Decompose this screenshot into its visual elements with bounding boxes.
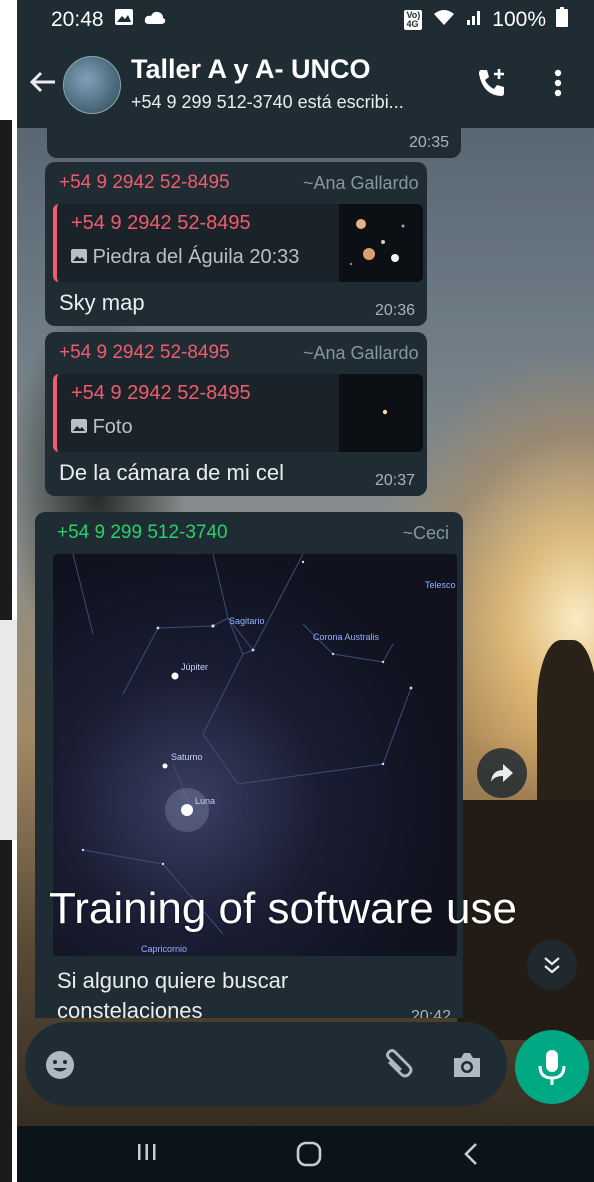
quoted-thumbnail (339, 374, 423, 452)
sky-label-jupiter: Júpiter (181, 662, 209, 672)
back-nav-icon[interactable] (461, 1140, 481, 1175)
phone-screen: 20:48 Vo) 4G 100% Taller A y A- UNCO +54… (17, 0, 594, 1182)
message-composer[interactable] (25, 1022, 507, 1106)
quoted-text: Foto (92, 416, 133, 438)
quoted-message[interactable]: +54 9 2942 52-8495 Foto (53, 374, 423, 452)
sky-label-corona-australis: Corona Australis (313, 632, 380, 642)
left-edge-background (0, 0, 24, 1182)
message-bubble[interactable]: +54 9 2942 52-8495 ~Ana Gallardo +54 9 2… (45, 332, 427, 496)
message-bubble[interactable]: 20:35 (47, 128, 461, 158)
chat-title[interactable]: Taller A y A- UNCO (131, 54, 371, 85)
home-icon[interactable] (295, 1140, 323, 1175)
quoted-text-row: Piedra del Águila 20:33 (71, 246, 299, 269)
signal-icon (466, 8, 482, 32)
cloud-notification-icon (144, 8, 166, 32)
gallery-notification-icon (114, 8, 134, 32)
quoted-sender: +54 9 2942 52-8495 (71, 382, 251, 404)
group-avatar[interactable] (63, 56, 121, 114)
sender-phone[interactable]: +54 9 299 512-3740 (57, 522, 228, 544)
system-navigation-bar (17, 1126, 594, 1182)
photo-icon (71, 416, 93, 438)
typing-status: +54 9 299 512-3740 está escribi... (131, 92, 404, 112)
wifi-icon (432, 8, 456, 32)
sky-label-saturno: Saturno (171, 752, 203, 762)
volte-4g-icon: Vo) 4G (404, 10, 423, 30)
quoted-thumbnail (339, 204, 423, 282)
4g-label: 4G (406, 19, 419, 29)
more-options-icon[interactable] (553, 66, 569, 106)
status-bar: 20:48 Vo) 4G 100% (17, 0, 594, 40)
sender-phone[interactable]: +54 9 2942 52-8495 (59, 342, 230, 364)
message-text: De la cámara de mi cel (59, 460, 284, 485)
quoted-message[interactable]: +54 9 2942 52-8495 Piedra del Águila 20:… (53, 204, 423, 282)
back-arrow-icon[interactable] (29, 68, 57, 102)
forward-button[interactable] (477, 748, 527, 798)
sky-label-luna: Luna (195, 796, 216, 806)
double-chevron-down-icon (544, 957, 560, 974)
battery-percent: 100% (492, 8, 546, 31)
sky-label-capricornio: Capricornio (141, 944, 188, 954)
message-bubble[interactable]: +54 9 2942 52-8495 ~Ana Gallardo +54 9 2… (45, 162, 427, 326)
forward-icon (491, 764, 513, 782)
sender-name: ~Ana Gallardo (303, 173, 419, 193)
overlay-caption: Training of software use (49, 884, 517, 933)
message-time: 20:36 (374, 302, 415, 319)
quoted-text-row: Foto (71, 416, 133, 439)
message-text-line2: constelaciones (57, 998, 203, 1018)
message-text-line1: Si alguno quiere buscar (57, 968, 289, 993)
sky-label-telesco: Telesco (425, 580, 456, 590)
recent-apps-icon[interactable] (135, 1140, 159, 1171)
quoted-sender: +54 9 2942 52-8495 (71, 212, 251, 234)
message-time: 20:37 (374, 472, 415, 489)
emoji-icon[interactable] (45, 1050, 75, 1085)
attach-icon[interactable] (381, 1048, 415, 1087)
scroll-to-bottom-button[interactable] (527, 940, 577, 990)
message-time: 20:35 (408, 134, 449, 151)
microphone-icon (538, 1050, 566, 1085)
image-message-bubble[interactable]: +54 9 299 512-3740 ~Ceci Sagitario Coron… (35, 512, 463, 1018)
sender-phone[interactable]: +54 9 2942 52-8495 (59, 172, 230, 194)
sky-label-sagitario: Sagitario (229, 616, 265, 626)
status-time: 20:48 (51, 8, 104, 31)
message-time: 20:42 (410, 1008, 451, 1018)
quoted-text: Piedra del Águila 20:33 (92, 246, 300, 268)
add-call-icon[interactable] (475, 66, 515, 106)
sender-name: ~Ceci (402, 523, 449, 543)
sender-name: ~Ana Gallardo (303, 343, 419, 363)
message-text: Sky map (59, 290, 145, 315)
chat-header: Taller A y A- UNCO +54 9 299 512-3740 es… (17, 40, 594, 128)
photo-icon (71, 246, 93, 268)
camera-icon[interactable] (451, 1050, 483, 1085)
battery-icon (556, 7, 568, 33)
voice-message-button[interactable] (515, 1030, 589, 1104)
